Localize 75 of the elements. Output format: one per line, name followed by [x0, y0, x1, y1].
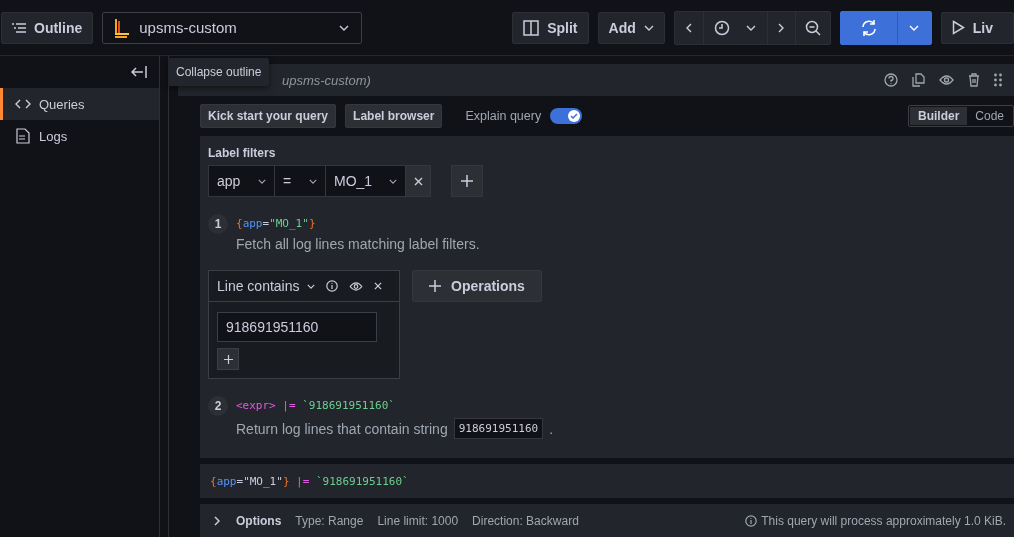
- chevron-right-icon[interactable]: [214, 516, 220, 526]
- drag-handle-icon[interactable]: [994, 73, 1002, 87]
- info-icon[interactable]: [325, 280, 338, 292]
- refresh-icon: [859, 18, 878, 37]
- eye-icon[interactable]: [939, 75, 954, 85]
- chevron-left-icon: [685, 22, 692, 33]
- plus-icon: [429, 280, 441, 292]
- help-icon[interactable]: [884, 73, 898, 87]
- code-expression: {app="MO_1"}: [236, 217, 317, 230]
- close-icon: [413, 176, 423, 186]
- live-button[interactable]: Liv: [940, 11, 1014, 44]
- query-title: upsms-custom): [282, 72, 371, 88]
- play-icon: [951, 20, 965, 35]
- string-input[interactable]: 918691951160: [217, 312, 377, 342]
- step-description: Return log lines that contain string: [236, 420, 448, 437]
- split-button[interactable]: Split: [512, 11, 589, 44]
- step-number: 1: [208, 214, 228, 234]
- datasource-picker[interactable]: upsms-custom: [102, 11, 363, 44]
- sidebar-item[interactable]: Logs: [0, 120, 159, 152]
- code-expression: <expr> |= `918691951160`: [236, 399, 396, 412]
- step-description: Fetch all log lines matching label filters.: [236, 236, 480, 252]
- chevron-down-icon: [339, 24, 350, 31]
- code-expression: {app="MO_1"} |= `918691951160`: [210, 474, 409, 488]
- copy-icon[interactable]: [912, 73, 925, 87]
- mode-tab[interactable]: Builder: [909, 107, 968, 125]
- kick-start-button[interactable]: Kick start your query: [200, 104, 337, 128]
- outline-button[interactable]: Outline: [1, 11, 94, 44]
- value-select[interactable]: MO_1: [326, 166, 406, 196]
- section-title: Label filters: [208, 146, 277, 160]
- label-select[interactable]: app: [209, 166, 275, 196]
- chevron-down-icon: [306, 283, 315, 289]
- remove-filter-button[interactable]: [406, 166, 430, 196]
- operator-select[interactable]: =: [275, 166, 326, 196]
- datasource-logo-icon: [113, 17, 132, 38]
- inline-code: 918691951160: [453, 418, 544, 439]
- options-title[interactable]: Options: [236, 514, 282, 528]
- option-summary: Line limit: 1000: [377, 514, 459, 528]
- estimate-text: This query will process approximately 1.0 KiB.: [761, 514, 1006, 528]
- trash-icon[interactable]: [968, 73, 980, 87]
- check-icon: [570, 113, 579, 119]
- chevron-down-icon: [309, 178, 317, 184]
- plus-icon: [223, 354, 233, 364]
- add-param-button[interactable]: [217, 348, 239, 370]
- clock-icon: [714, 19, 731, 36]
- label-browser-button[interactable]: Label browser: [345, 104, 443, 128]
- arrow-left-bar-icon: [131, 66, 147, 78]
- collapse-outline-button[interactable]: [129, 64, 149, 80]
- explain-query-label: Explain query: [465, 109, 542, 123]
- code-icon: [15, 99, 31, 109]
- tooltip: Collapse outline: [168, 58, 270, 86]
- chevron-down-icon: [909, 24, 920, 31]
- zoom-out-icon: [804, 19, 821, 36]
- info-icon: [745, 515, 758, 527]
- option-summary: Direction: Backward: [472, 514, 579, 528]
- chevron-down-icon: [643, 24, 654, 31]
- chevron-down-icon: [258, 178, 266, 184]
- add-filter-button[interactable]: [451, 165, 483, 197]
- operations-button[interactable]: Operations: [412, 270, 542, 302]
- plus-icon: [461, 175, 473, 187]
- step-number: 2: [208, 396, 228, 416]
- mode-tab[interactable]: Code: [967, 107, 1012, 125]
- explain-query-toggle[interactable]: [550, 108, 583, 124]
- chevron-down-icon: [746, 24, 757, 31]
- option-summary: Type: Range: [295, 514, 364, 528]
- eye-icon[interactable]: [348, 281, 363, 291]
- chevron-right-icon: [778, 22, 785, 33]
- chevron-down-icon: [389, 178, 397, 184]
- document-icon: [15, 128, 31, 144]
- sidebar-item[interactable]: Queries: [0, 88, 159, 120]
- split-columns-icon: [523, 19, 540, 36]
- operation-select[interactable]: Line contains: [217, 278, 315, 294]
- close-icon[interactable]: [373, 282, 382, 290]
- period-text: .: [549, 420, 554, 437]
- list-icon: [12, 21, 26, 34]
- add-button[interactable]: Add: [597, 11, 665, 44]
